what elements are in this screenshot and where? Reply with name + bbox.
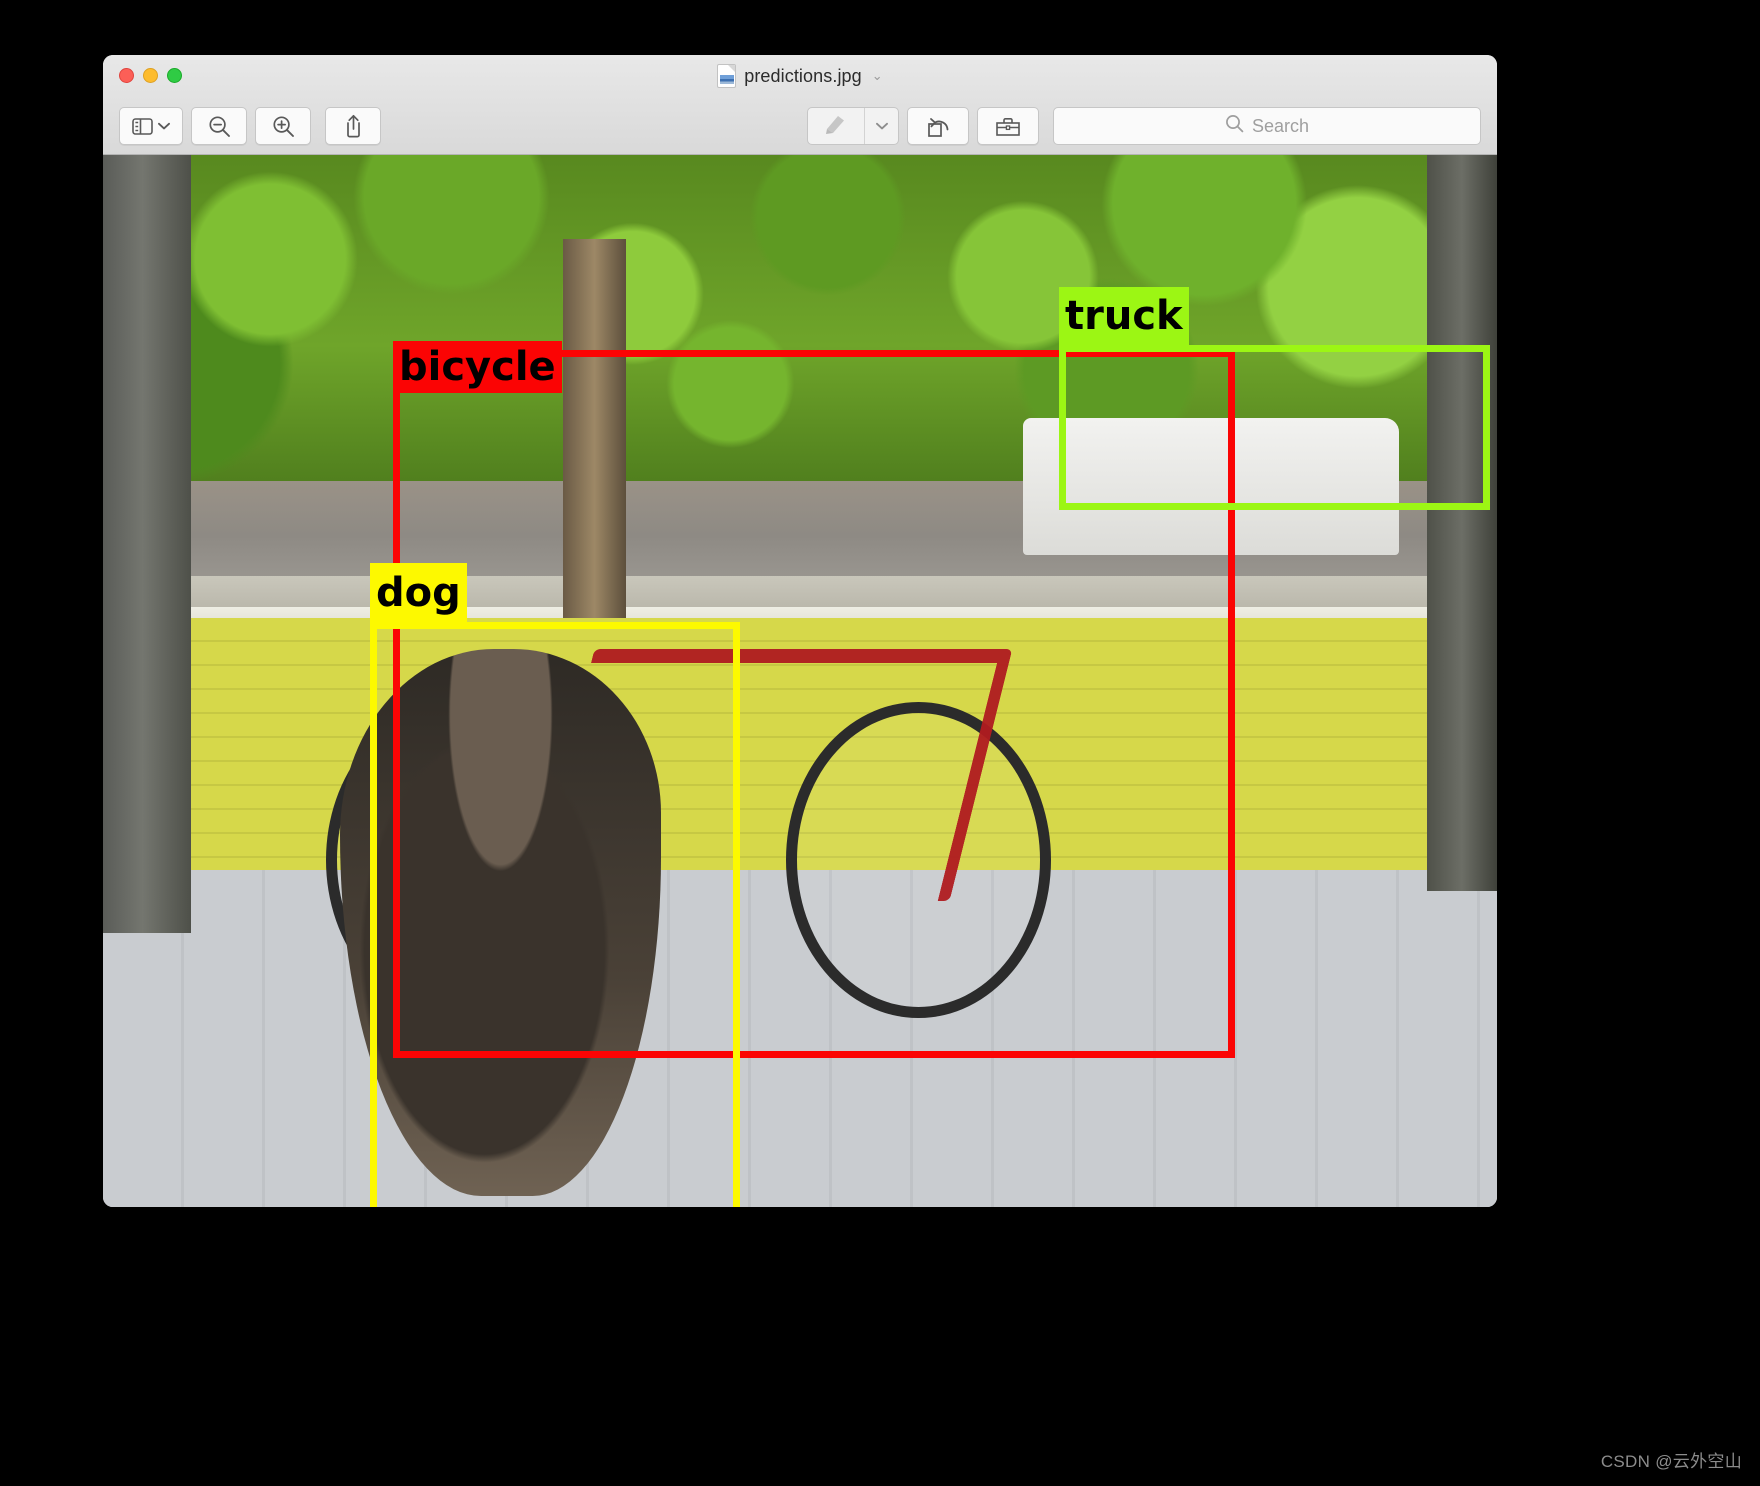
toolbar: Search xyxy=(103,97,1497,155)
image-document-icon xyxy=(717,64,737,88)
chevron-down-icon[interactable]: ⌄ xyxy=(872,68,883,84)
markup-options-chevron-button[interactable] xyxy=(864,108,898,144)
watermark: CSDN @云外空山 xyxy=(1600,1452,1742,1471)
share-icon xyxy=(344,114,363,138)
search-input[interactable]: Search xyxy=(1252,116,1309,137)
toolbox-icon xyxy=(995,116,1021,137)
rotate-left-icon xyxy=(926,115,951,138)
window-title: predictions.jpg ⌄ xyxy=(103,64,1497,88)
detection-label-bicycle: bicycle xyxy=(393,341,562,393)
chevron-down-icon xyxy=(158,122,170,130)
rotate-left-button[interactable] xyxy=(907,107,969,145)
zoom-out-icon xyxy=(208,115,231,138)
markup-pen-button[interactable] xyxy=(808,108,864,144)
preview-window: predictions.jpg ⌄ Search bicycle truck d… xyxy=(103,55,1497,1207)
sidebar-icon xyxy=(132,117,153,135)
image-viewport[interactable]: bicycle truck dog xyxy=(103,155,1497,1207)
detection-box-truck xyxy=(1059,345,1490,510)
sidebar-toggle-button[interactable] xyxy=(119,107,183,145)
detection-label-truck: truck xyxy=(1059,287,1189,345)
markup-button-group xyxy=(807,107,899,145)
window-titlebar: predictions.jpg ⌄ Search xyxy=(103,55,1497,155)
zoom-out-button[interactable] xyxy=(191,107,247,145)
detection-box-dog xyxy=(370,622,740,1207)
markup-toolbox-button[interactable] xyxy=(977,107,1039,145)
share-button[interactable] xyxy=(325,107,381,145)
detection-overlay: bicycle truck dog xyxy=(103,155,1497,1207)
chevron-down-icon xyxy=(875,117,888,135)
zoom-in-button[interactable] xyxy=(255,107,311,145)
markup-pen-icon xyxy=(824,113,848,140)
search-field[interactable]: Search xyxy=(1053,107,1481,145)
window-title-text: predictions.jpg xyxy=(744,65,862,86)
detection-label-dog: dog xyxy=(370,563,467,622)
zoom-in-icon xyxy=(272,115,295,138)
search-icon xyxy=(1225,114,1244,138)
